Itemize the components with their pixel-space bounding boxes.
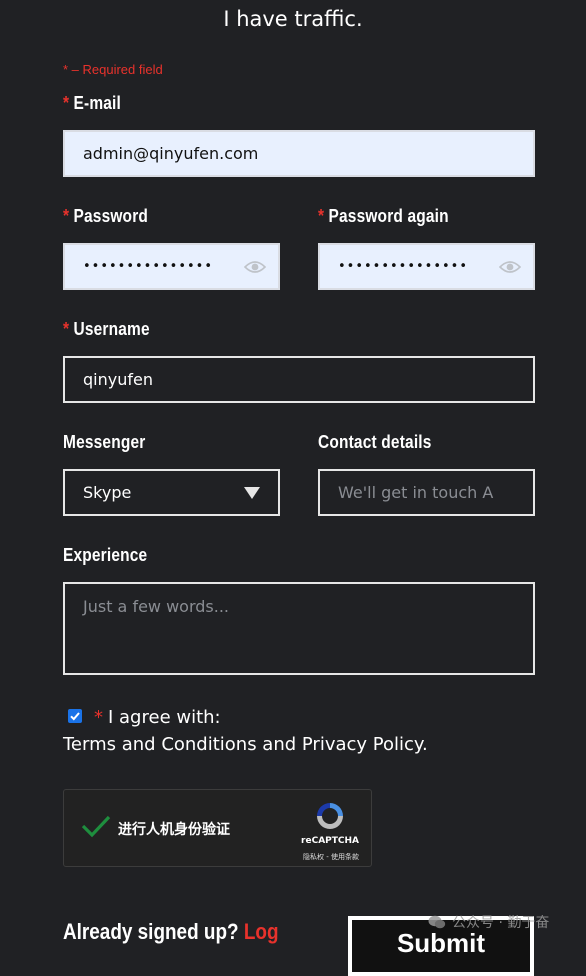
page-header: I have traffic. [0, 6, 586, 32]
username-label-text: Username [73, 319, 150, 339]
eye-icon[interactable] [499, 260, 521, 274]
contact-details-label-text: Contact details [318, 432, 432, 452]
agree-text: * I agree with: [94, 707, 221, 728]
email-field[interactable]: admin@qinyufen.com [63, 130, 535, 177]
password-value: ••••••••••••••• [83, 259, 214, 274]
agree-checkbox[interactable] [68, 709, 82, 723]
submit-label: Submit [396, 928, 486, 958]
password-again-field[interactable]: ••••••••••••••• [318, 243, 535, 290]
messenger-label-text: Messenger [63, 432, 146, 452]
experience-textarea[interactable]: Just a few words... [63, 582, 535, 675]
eye-icon[interactable] [244, 260, 266, 274]
password-again-label: * Password again [318, 206, 449, 227]
required-star: * [318, 206, 325, 226]
terms-link[interactable]: Terms and Conditions and Privacy Policy. [63, 734, 428, 755]
checkmark-icon [70, 712, 80, 721]
experience-label: Experience [63, 545, 147, 566]
recaptcha-brand: reCAPTCHA [301, 836, 359, 846]
watermark: 公众号 · 勤于奋 [428, 912, 549, 932]
already-signed-up: Already signed up? Log [63, 919, 279, 945]
email-value: admin@qinyufen.com [83, 144, 259, 163]
messenger-select[interactable]: Skype [63, 469, 280, 516]
username-value: qinyufen [83, 370, 153, 389]
header-line-2: I have traffic. [223, 7, 363, 31]
contact-details-label: Contact details [318, 432, 432, 453]
messenger-label: Messenger [63, 432, 145, 453]
messenger-selected-value: Skype [83, 483, 132, 502]
recaptcha-widget[interactable]: 进行人机身份验证 reCAPTCHA 隐私权 - 使用条款 [63, 789, 372, 867]
email-label-text: E-mail [73, 93, 121, 113]
contact-details-placeholder: We'll get in touch A [338, 483, 494, 502]
required-star: * [63, 319, 70, 339]
check-icon [81, 815, 111, 838]
password-again-value: ••••••••••••••• [338, 259, 469, 274]
dropdown-arrow-icon [244, 486, 260, 499]
required-star: * [94, 707, 103, 728]
required-field-note: * – Required field [63, 62, 163, 77]
email-label: * E-mail [63, 93, 121, 114]
password-again-label-text: Password again [328, 206, 449, 226]
recaptcha-logo-icon [317, 803, 343, 829]
already-signed-up-text: Already signed up? [63, 919, 239, 944]
password-field[interactable]: ••••••••••••••• [63, 243, 280, 290]
recaptcha-text: 进行人机身份验证 [118, 822, 230, 838]
experience-placeholder: Just a few words... [83, 597, 230, 616]
password-label-text: Password [73, 206, 149, 226]
log-in-link[interactable]: Log [244, 919, 279, 944]
username-field[interactable]: qinyufen [63, 356, 535, 403]
recaptcha-terms-link[interactable]: 隐私权 - 使用条款 [303, 852, 359, 862]
required-star: * [63, 93, 70, 113]
wechat-icon [428, 915, 446, 929]
watermark-text: 公众号 · 勤于奋 [452, 915, 550, 931]
required-star: * [63, 206, 70, 226]
password-label: * Password [63, 206, 148, 227]
username-label: * Username [63, 319, 150, 340]
experience-label-text: Experience [63, 545, 148, 565]
agree-line-1: I agree with: [108, 707, 221, 728]
contact-details-input[interactable]: We'll get in touch A [318, 469, 535, 516]
